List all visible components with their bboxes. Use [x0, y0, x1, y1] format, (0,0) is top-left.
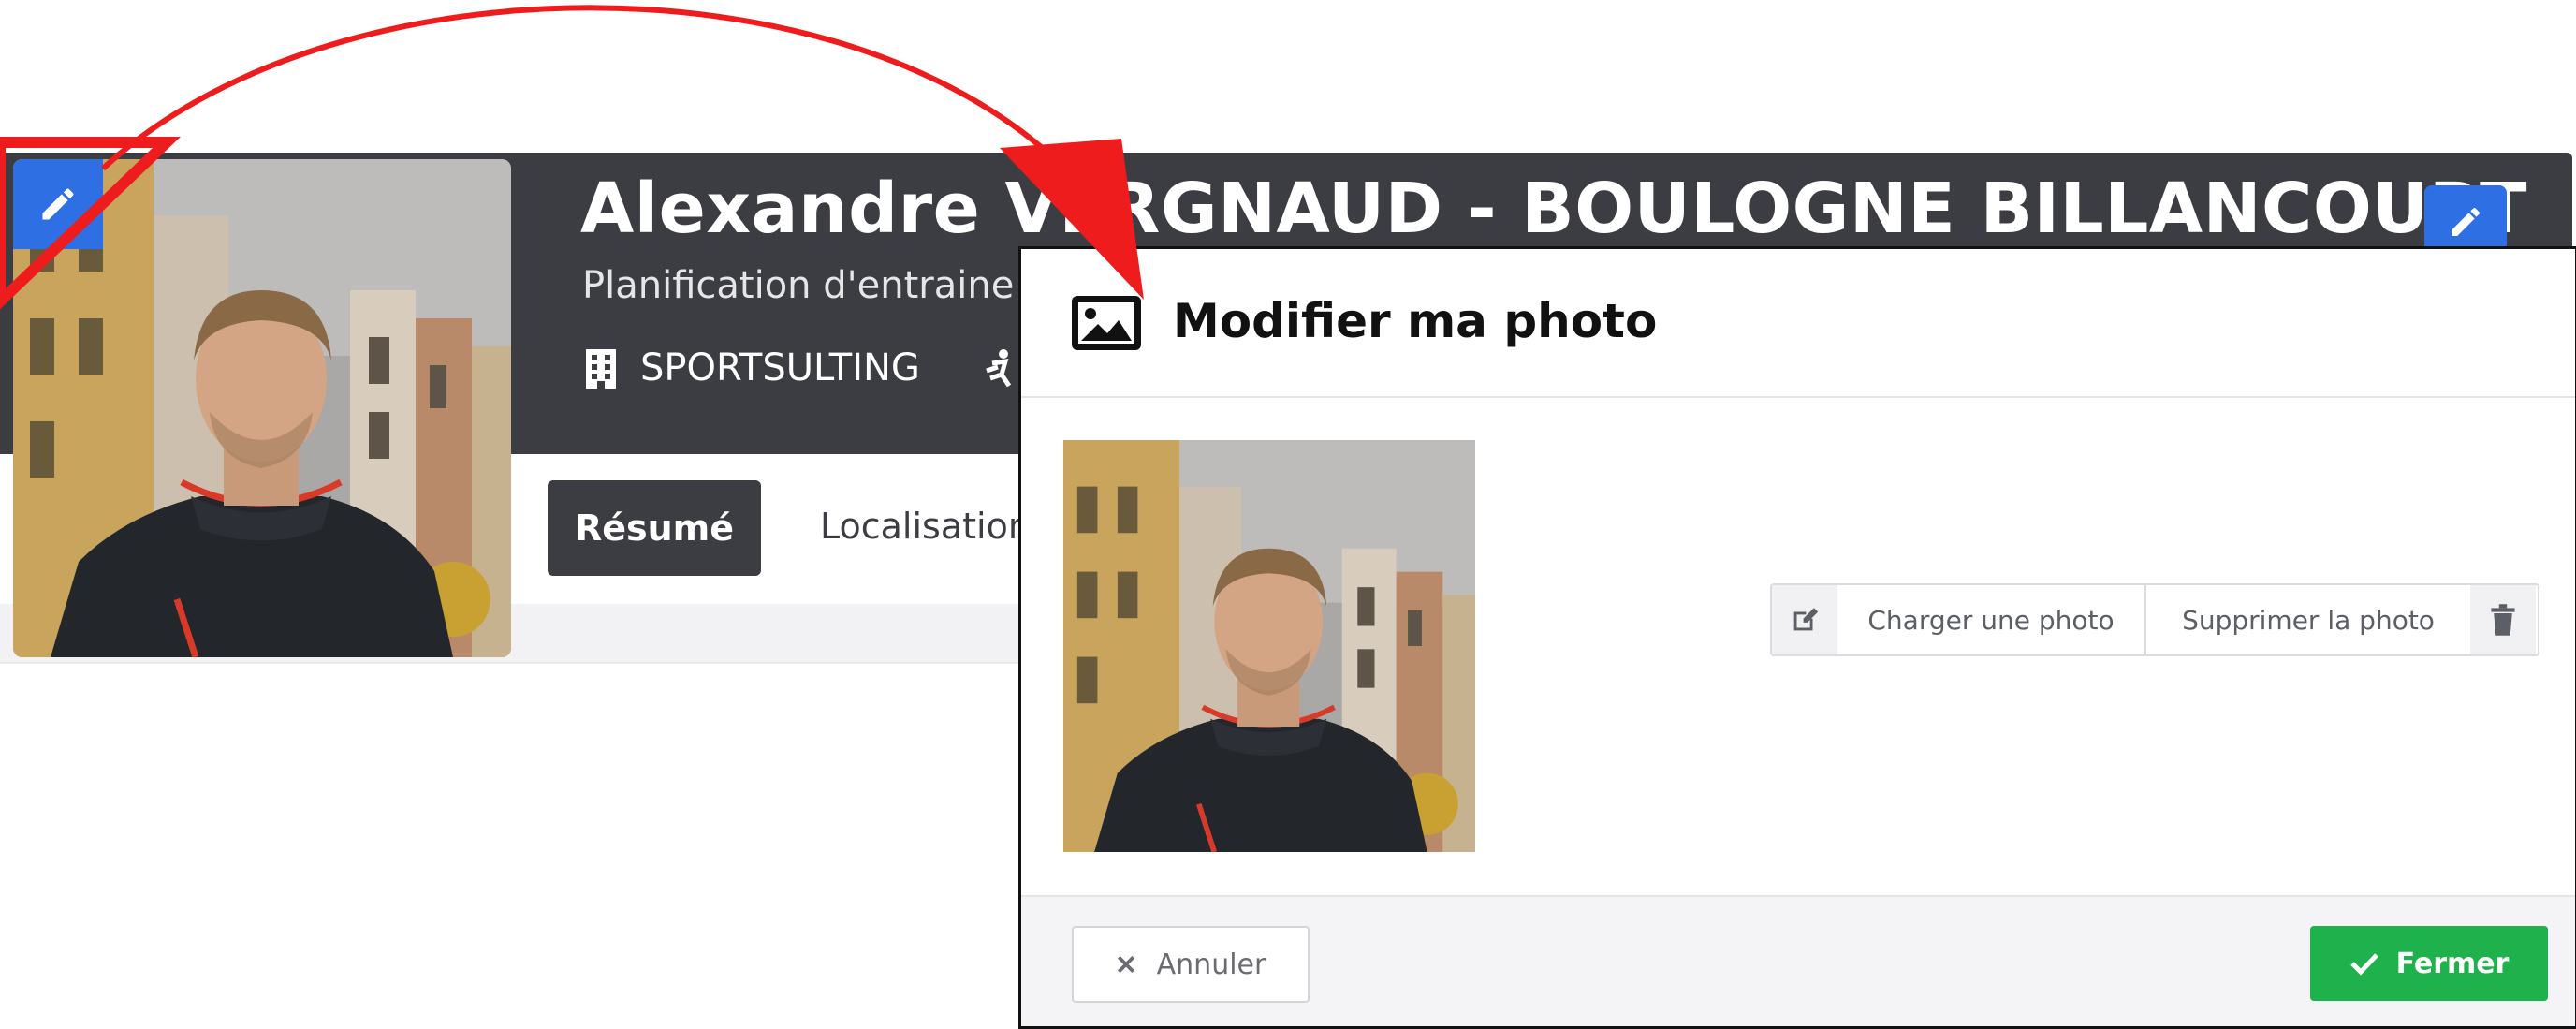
trash-icon[interactable] [2470, 585, 2536, 654]
close-button-label: Fermer [2395, 947, 2510, 980]
edit-square-icon[interactable] [1772, 585, 1837, 654]
pencil-icon [2452, 208, 2480, 236]
delete-photo-button[interactable]: Supprimer la photo [2146, 585, 2470, 654]
profile-subtitle: Planification d'entraine [582, 264, 1015, 307]
company-name: SPORTSULTING [640, 346, 920, 390]
close-icon [1117, 955, 1134, 974]
check-icon [2349, 953, 2378, 976]
profile-name: Alexandre VERGNAUD - BOULOGNE BILLANCOUR… [580, 169, 2527, 249]
building-icon [586, 349, 616, 389]
portrait-image [1063, 440, 1475, 852]
cancel-button-label: Annuler [1156, 948, 1266, 981]
photo-modal: Modifier ma photo Charger une photo Supp… [1018, 246, 2576, 1029]
close-button[interactable]: Fermer [2310, 926, 2548, 1001]
tab-localisation[interactable]: Localisation [820, 506, 1031, 547]
avatar-edit-button[interactable] [13, 159, 103, 249]
pencil-icon [42, 188, 74, 220]
tab-resume[interactable]: Résumé [548, 480, 761, 576]
current-photo [1063, 440, 1475, 852]
image-icon [1070, 294, 1143, 356]
photo-actions-group: Charger une photo Supprimer la photo [1770, 583, 2539, 656]
modal-title: Modifier ma photo [1173, 294, 1658, 348]
sport-icon [981, 348, 1018, 393]
cancel-button[interactable]: Annuler [1072, 926, 1310, 1003]
company-info: SPORTSULTING [582, 346, 920, 390]
upload-photo-button[interactable]: Charger une photo [1837, 585, 2144, 654]
